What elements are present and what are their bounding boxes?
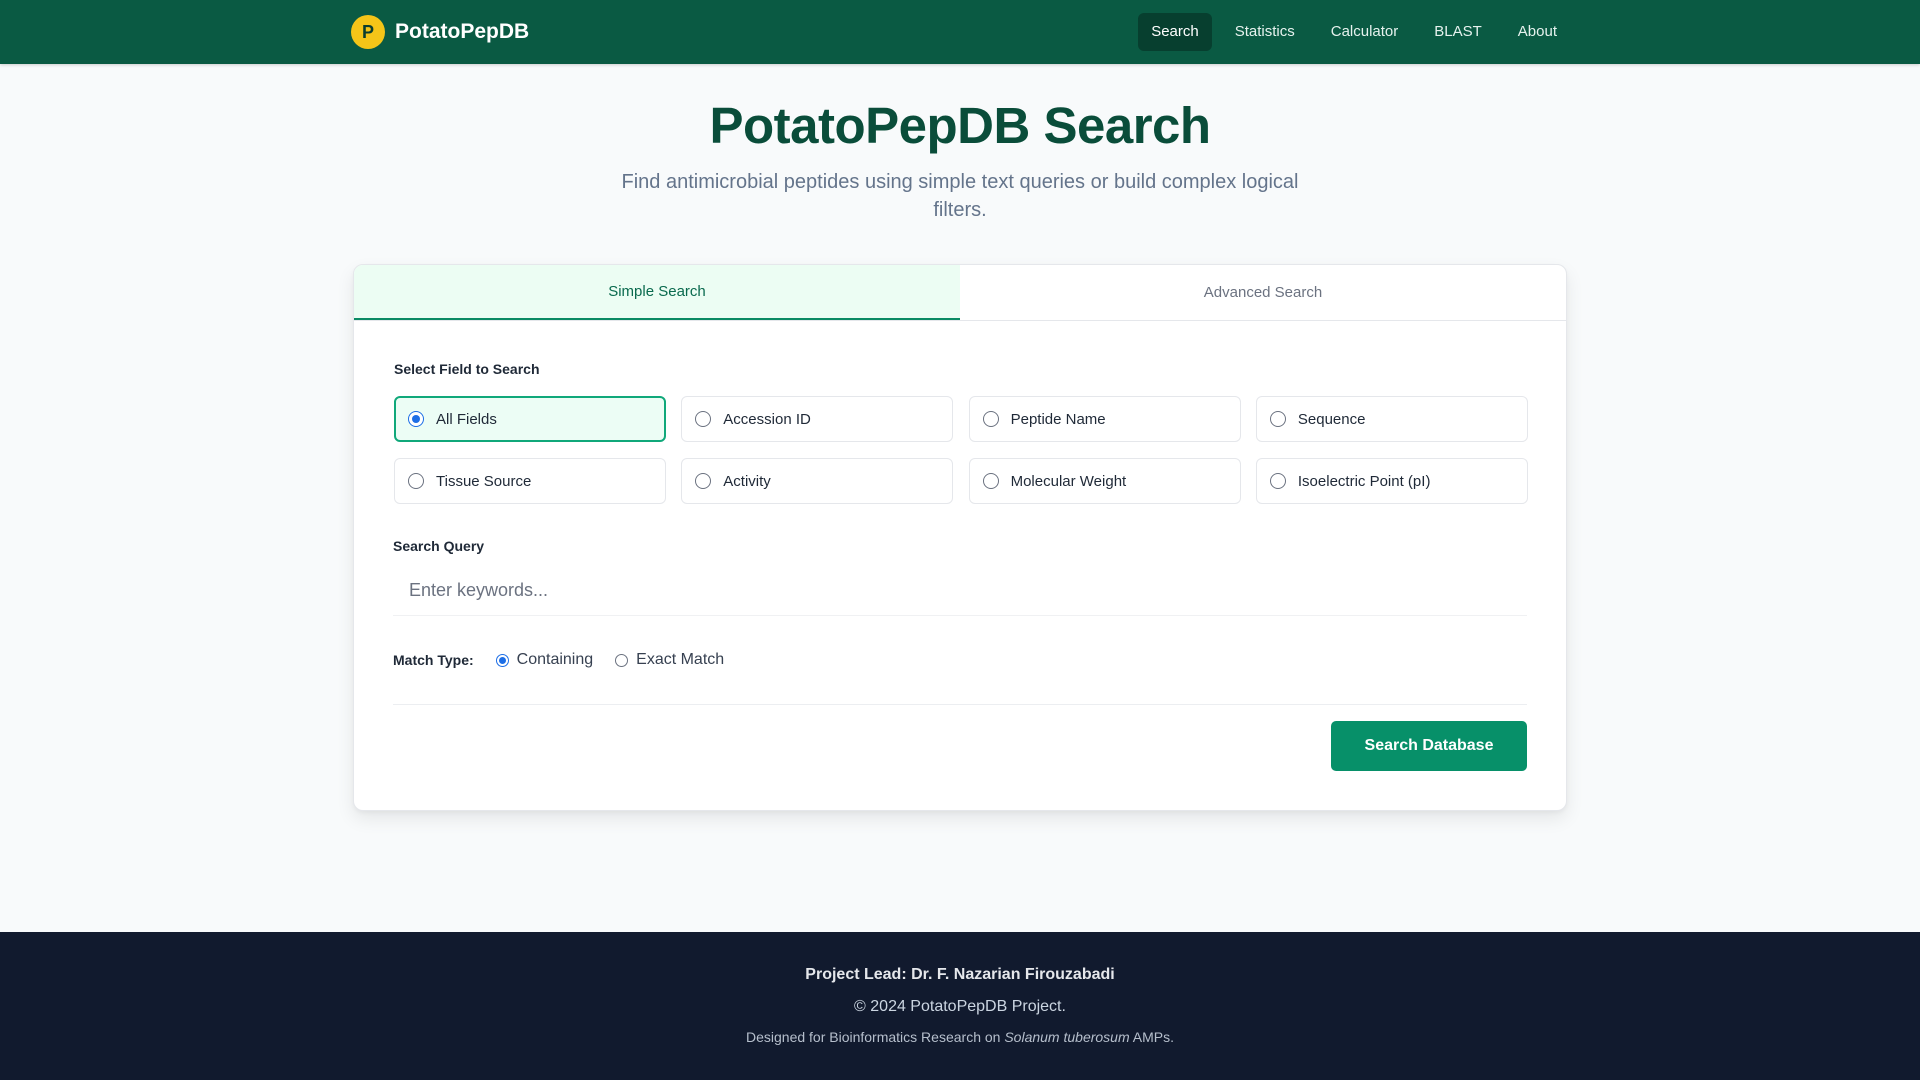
search-query-label: Search Query (393, 538, 485, 554)
radio-icon[interactable] (1269, 473, 1286, 489)
footer-note-prefix: Designed for Bioinformatics Research on (745, 1029, 1001, 1045)
footer-note-suffix: AMPs. (1132, 1029, 1174, 1045)
search-tabs: Simple Search Advanced Search (354, 265, 1566, 321)
field-option-label: Peptide Name (1010, 410, 1106, 428)
main-nav: Search Statistics Calculator BLAST About (1138, 13, 1570, 51)
match-type-label: Match Type: (393, 652, 474, 668)
match-option-exact[interactable]: Exact Match (615, 651, 724, 669)
field-option-label: Accession ID (723, 410, 811, 428)
radio-icon[interactable] (615, 653, 629, 667)
field-option-label: All Fields (436, 410, 497, 428)
radio-icon[interactable] (408, 411, 424, 427)
radio-icon[interactable] (408, 473, 424, 489)
field-section-label: Select Field to Search (394, 361, 540, 377)
nav-about[interactable]: About (1505, 13, 1570, 51)
page-title: PotatoPepDB Search (709, 97, 1211, 154)
brand-name: PotatoPepDB (395, 20, 530, 43)
field-option-molecular-weight[interactable]: Molecular Weight (968, 458, 1241, 504)
nav-search[interactable]: Search (1138, 13, 1212, 51)
field-option-tissue-source[interactable]: Tissue Source (394, 458, 666, 504)
field-option-activity[interactable]: Activity (681, 458, 954, 504)
field-option-label: Tissue Source (436, 472, 532, 490)
field-option-label: Activity (723, 472, 771, 490)
radio-icon[interactable] (982, 411, 999, 427)
nav-blast[interactable]: BLAST (1421, 13, 1495, 51)
match-option-label: Containing (516, 651, 594, 668)
match-type-row: Match Type: Containing Exact Match (393, 650, 746, 670)
field-option-accession-id[interactable]: Accession ID (681, 396, 954, 442)
card-divider (393, 704, 1527, 705)
top-navbar: P PotatoPepDB Search Statistics Calculat… (0, 0, 1920, 64)
field-option-label: Isoelectric Point (pI) (1297, 472, 1431, 490)
radio-icon[interactable] (695, 473, 712, 489)
field-option-label: Sequence (1297, 410, 1366, 428)
footer-note: Designed for Bioinformatics Research on … (0, 1029, 1920, 1045)
field-option-all-fields[interactable]: All Fields (394, 396, 666, 442)
page-subtitle: Find antimicrobial peptides using simple… (621, 171, 1299, 221)
radio-icon[interactable] (695, 411, 712, 427)
nav-statistics[interactable]: Statistics (1222, 13, 1308, 51)
match-option-label: Exact Match (636, 651, 725, 668)
radio-icon[interactable] (495, 653, 509, 667)
footer-copyright: © 2024 PotatoPepDB Project. (854, 998, 1066, 1015)
nav-calculator[interactable]: Calculator (1318, 13, 1412, 51)
footer-project-lead: Project Lead: Dr. F. Nazarian Firouzabad… (805, 966, 1115, 983)
site-footer: Project Lead: Dr. F. Nazarian Firouzabad… (0, 932, 1920, 1080)
field-option-isoelectric-point[interactable]: Isoelectric Point (pI) (1255, 458, 1528, 504)
tab-simple-search[interactable]: Simple Search (354, 265, 960, 320)
match-option-containing[interactable]: Containing (495, 651, 594, 669)
search-database-button[interactable]: Search Database (1331, 721, 1527, 771)
footer-note-species: Solanum tuberosum (1004, 1029, 1130, 1045)
tab-advanced-search[interactable]: Advanced Search (960, 265, 1566, 320)
field-option-label: Molecular Weight (1010, 472, 1127, 490)
field-option-sequence[interactable]: Sequence (1255, 396, 1528, 442)
brand[interactable]: P PotatoPepDB (351, 15, 529, 49)
field-options-grid: All Fields Accession ID Peptide Name Seq… (394, 396, 1528, 504)
radio-icon[interactable] (982, 473, 999, 489)
search-query-input[interactable] (393, 566, 1527, 616)
field-option-peptide-name[interactable]: Peptide Name (968, 396, 1241, 442)
radio-icon[interactable] (1269, 411, 1286, 427)
potato-logo-icon: P (351, 15, 385, 49)
